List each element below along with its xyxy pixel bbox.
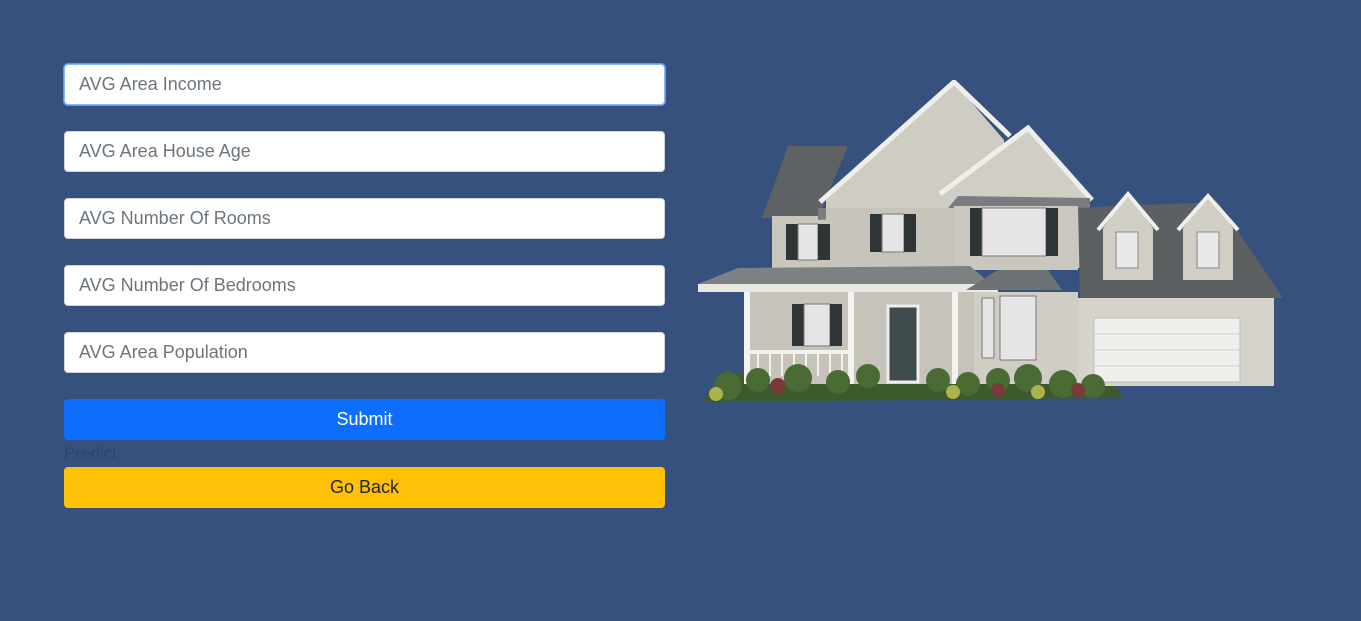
predict-text: Predict xyxy=(64,444,117,463)
submit-button[interactable]: Submit xyxy=(64,399,665,440)
go-back-button[interactable]: Go Back xyxy=(64,467,665,508)
avg-area-income-input[interactable] xyxy=(64,64,665,105)
house-image xyxy=(698,80,1283,402)
avg-number-of-bedrooms-input[interactable] xyxy=(64,265,665,306)
avg-area-population-input[interactable] xyxy=(64,332,665,373)
prediction-form: Submit Predict Go Back xyxy=(64,64,665,508)
avg-area-house-age-input[interactable] xyxy=(64,131,665,172)
avg-number-of-rooms-input[interactable] xyxy=(64,198,665,239)
